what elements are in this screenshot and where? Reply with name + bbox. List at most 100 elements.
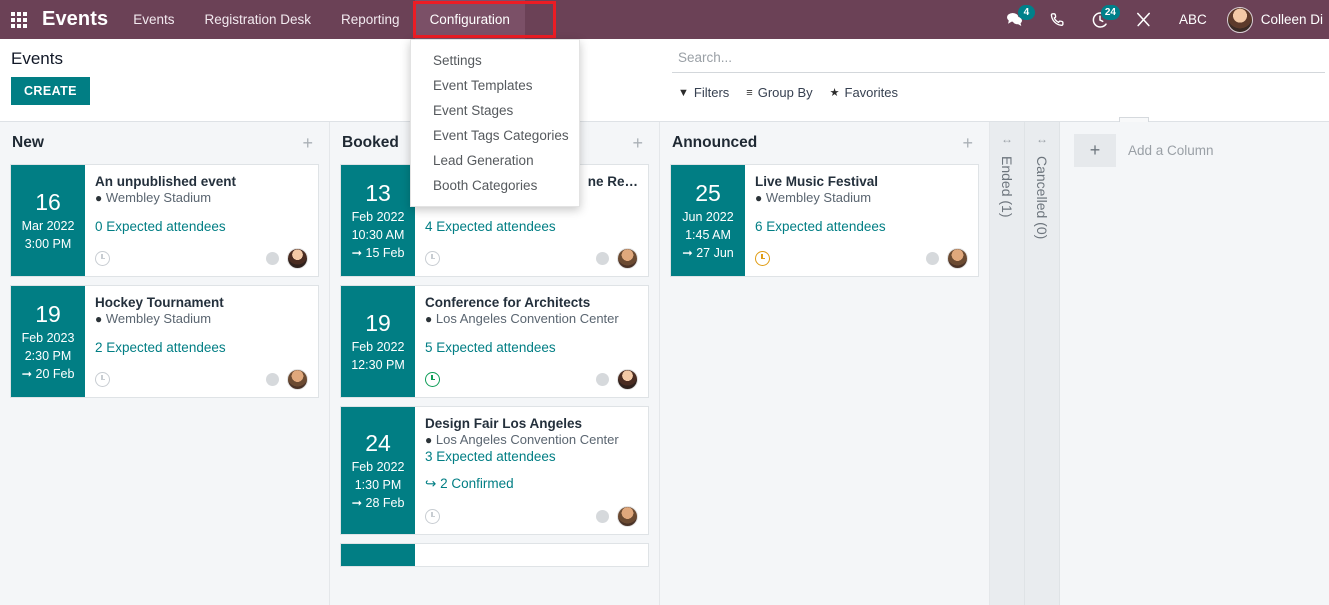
kanban-column-folded-cancelled[interactable]: ↔ Cancelled (0)	[1025, 122, 1060, 605]
menu-item-configuration[interactable]: Configuration	[414, 0, 525, 39]
column-add-card-plus-icon[interactable]: +	[628, 134, 647, 152]
kanban-card[interactable]: 25 Jun 2022 1:45 AM ➞ 27 Jun Live Music …	[670, 164, 979, 277]
card-attendees[interactable]: 4 Expected attendees	[425, 219, 638, 234]
user-name-label: Colleen Di	[1260, 12, 1323, 27]
assignee-avatar[interactable]	[287, 247, 308, 269]
card-location: ● Wembley Stadium	[755, 190, 968, 205]
card-confirmed[interactable]: ↪ 2 Confirmed	[425, 476, 638, 492]
assignee-avatar[interactable]	[617, 368, 638, 390]
activity-clock-icon[interactable]	[425, 250, 440, 266]
menu-item-reporting[interactable]: Reporting	[326, 0, 415, 39]
dropdown-item-lead-generation[interactable]: Lead Generation	[411, 148, 579, 173]
activity-clock-icon[interactable]	[425, 508, 440, 524]
dropdown-item-booth-categories[interactable]: Booth Categories	[411, 173, 579, 198]
dropdown-item-settings[interactable]: Settings	[411, 48, 579, 73]
card-attendees[interactable]: 6 Expected attendees	[755, 219, 968, 234]
apps-grid-icon[interactable]	[0, 0, 38, 39]
card-location-label: Los Angeles Convention Center	[435, 432, 619, 447]
card-attendees[interactable]: 2 Expected attendees	[95, 340, 308, 355]
card-attendees[interactable]: 5 Expected attendees	[425, 340, 638, 355]
filter-funnel-icon: ▼	[678, 86, 689, 99]
card-footer-right	[596, 368, 638, 390]
group-by-icon: ≡	[746, 86, 753, 99]
card-body: Hockey Tournament ● Wembley Stadium 2 Ex…	[85, 286, 318, 397]
dropdown-item-event-tags-categories[interactable]: Event Tags Categories	[411, 123, 579, 148]
control-panel: Events CREATE ▼ Filters ≡ Group By ★ Fav…	[0, 39, 1329, 147]
card-attendees[interactable]: 0 Expected attendees	[95, 219, 308, 234]
activity-clock-icon[interactable]	[755, 250, 770, 266]
card-location: ● Los Angeles Convention Center	[425, 311, 638, 326]
phone-icon[interactable]	[1037, 0, 1078, 39]
menu-item-registration-desk[interactable]: Registration Desk	[189, 0, 326, 39]
kanban-card[interactable]: 19 Feb 2022 12:30 PM Conference for Arch…	[340, 285, 649, 398]
card-location-label: Los Angeles Convention Center	[435, 311, 619, 326]
activity-clock-icon[interactable]	[425, 371, 440, 387]
debug-indicator[interactable]: ABC	[1165, 12, 1221, 27]
kanban-state-dot[interactable]	[926, 251, 939, 265]
column-title: Announced	[672, 134, 758, 151]
kanban-card-partial[interactable]	[340, 543, 649, 567]
dropdown-item-event-stages[interactable]: Event Stages	[411, 98, 579, 123]
systray: 4 24 ABC Colleen Di	[992, 0, 1329, 39]
card-footer-right	[596, 505, 638, 527]
kanban-column-folded-ended[interactable]: ↔ Ended (1)	[990, 122, 1025, 605]
create-button[interactable]: CREATE	[11, 77, 90, 105]
app-brand-title: Events	[42, 8, 109, 30]
kanban-card[interactable]: 16 Mar 2022 3:00 PM An unpublished event…	[10, 164, 319, 277]
card-footer-right	[266, 247, 308, 269]
card-month-year: Feb 2022	[351, 209, 405, 224]
card-title: Conference for Architects	[425, 295, 591, 310]
assignee-avatar[interactable]	[287, 368, 308, 390]
card-title: Design Fair Los Angeles	[425, 416, 583, 431]
kanban-card[interactable]: 24 Feb 2022 1:30 PM ➞ 28 Feb Design Fair…	[340, 406, 649, 535]
menu-item-events[interactable]: Events	[118, 0, 189, 39]
kanban-board: New + 16 Mar 2022 3:00 PM An unpublished…	[0, 122, 1329, 605]
activity-clock-icon[interactable]	[95, 250, 110, 266]
location-pin-icon: ●	[425, 312, 433, 326]
card-location: ● Wembley Stadium	[95, 311, 308, 326]
card-footer	[425, 504, 638, 528]
card-attendees[interactable]: 3 Expected attendees	[425, 449, 638, 464]
card-time: 3:00 PM	[24, 236, 72, 251]
kanban-state-dot[interactable]	[266, 251, 279, 265]
messages-icon[interactable]: 4	[992, 0, 1037, 39]
user-avatar	[1226, 6, 1253, 33]
card-location-label: Wembley Stadium	[105, 311, 212, 326]
kanban-card[interactable]: 19 Feb 2023 2:30 PM ➞ 20 Feb Hockey Tour…	[10, 285, 319, 398]
user-menu[interactable]: Colleen Di	[1221, 6, 1323, 33]
expand-column-icon[interactable]: ↔	[1001, 132, 1013, 146]
card-date-block: 19 Feb 2022 12:30 PM	[341, 286, 415, 397]
assignee-avatar[interactable]	[617, 505, 638, 527]
add-column-label: Add a Column	[1128, 143, 1214, 158]
search-dropdowns: ▼ Filters ≡ Group By ★ Favorites	[672, 73, 1325, 100]
card-footer-right	[266, 368, 308, 390]
add-column-plus-icon[interactable]: +	[1074, 134, 1116, 167]
card-month-year: Feb 2022	[351, 459, 405, 474]
assignee-avatar[interactable]	[617, 247, 638, 269]
search-input[interactable]	[678, 50, 1098, 65]
kanban-state-dot[interactable]	[596, 509, 609, 523]
add-column-area[interactable]: + Add a Column	[1060, 122, 1320, 167]
filters-dropdown[interactable]: ▼ Filters	[672, 85, 740, 100]
column-add-card-plus-icon[interactable]: +	[298, 134, 317, 152]
kanban-state-dot[interactable]	[266, 372, 279, 386]
kanban-state-dot[interactable]	[596, 251, 609, 265]
filters-label: Filters	[693, 85, 730, 100]
card-day: 25	[695, 179, 721, 206]
card-month-year: Jun 2022	[682, 209, 734, 224]
favorites-dropdown[interactable]: ★ Favorites	[824, 85, 909, 100]
assignee-avatar[interactable]	[947, 247, 968, 269]
card-date-block: 13 Feb 2022 10:30 AM ➞ 15 Feb	[341, 165, 415, 276]
group-by-label: Group By	[757, 85, 813, 100]
kanban-state-dot[interactable]	[596, 372, 609, 386]
activity-clock-icon[interactable]	[95, 371, 110, 387]
location-pin-icon: ●	[95, 312, 103, 326]
expand-column-icon[interactable]: ↔	[1036, 132, 1048, 146]
activities-clock-icon[interactable]: 24	[1078, 0, 1122, 39]
card-title: Hockey Tournament	[95, 295, 224, 310]
tools-icon[interactable]	[1122, 0, 1165, 39]
group-by-dropdown[interactable]: ≡ Group By	[740, 85, 823, 100]
dropdown-item-event-templates[interactable]: Event Templates	[411, 73, 579, 98]
column-add-card-plus-icon[interactable]: +	[958, 134, 977, 152]
card-body: An unpublished event ● Wembley Stadium 0…	[85, 165, 318, 276]
